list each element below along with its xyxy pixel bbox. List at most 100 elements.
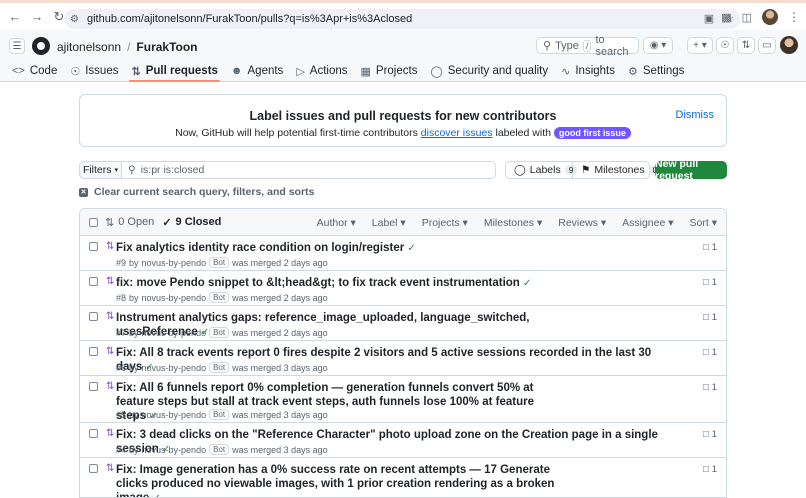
pr-author-link[interactable]: novus-by-pendo bbox=[142, 445, 207, 455]
tab-actions-label: Actions bbox=[309, 65, 348, 77]
pr-author-link[interactable]: novus-by-pendo bbox=[142, 328, 207, 338]
row-checkbox[interactable] bbox=[89, 242, 98, 251]
search-icon: ⚲ bbox=[128, 164, 136, 176]
comments-link[interactable]: □ 1 bbox=[703, 277, 717, 288]
clear-filters-button[interactable]: ✕ Clear current search query, filters, an… bbox=[79, 186, 314, 198]
tab-actions[interactable]: ▷ Actions bbox=[296, 62, 347, 80]
shield-icon: ◯ bbox=[430, 65, 443, 78]
pr-title-link[interactable]: Fix: Image generation has a 0% success r… bbox=[116, 463, 566, 497]
pr-author-link[interactable]: novus-by-pendo bbox=[142, 293, 207, 303]
tab-issues[interactable]: ☉ Issues bbox=[70, 62, 118, 80]
row-checkbox[interactable] bbox=[89, 277, 98, 286]
tab-settings[interactable]: ⚙ Settings bbox=[628, 62, 684, 80]
play-icon: ▷ bbox=[296, 65, 305, 78]
comments-link[interactable]: □ 1 bbox=[703, 382, 717, 393]
milestones-filter[interactable]: Milestones ▾ bbox=[484, 217, 542, 229]
issues-icon[interactable]: ☉ bbox=[716, 37, 734, 54]
copilot-button[interactable]: ◉ ▾ bbox=[643, 37, 673, 54]
select-all-checkbox[interactable] bbox=[89, 217, 98, 227]
comment-count: 1 bbox=[711, 464, 717, 475]
dismiss-button[interactable]: Dismiss bbox=[676, 109, 715, 121]
repo-link[interactable]: FurakToon bbox=[136, 40, 197, 54]
create-new-button[interactable]: + ▾ bbox=[687, 37, 713, 54]
back-icon[interactable]: ← bbox=[5, 7, 25, 27]
issue-icon: ☉ bbox=[70, 65, 81, 78]
comment-icon: □ bbox=[702, 429, 709, 440]
good-first-issue-label[interactable]: good first issue bbox=[553, 127, 631, 139]
comments-link[interactable]: □ 1 bbox=[703, 242, 717, 253]
row-checkbox[interactable] bbox=[89, 382, 98, 391]
hamburger-menu-icon[interactable]: ☰ bbox=[9, 38, 25, 54]
repo-tabs: <> Code ☉ Issues ⇅ Pull requests ☻ Agents ▷ A… bbox=[12, 62, 697, 82]
new-pull-request-button[interactable]: New pull request bbox=[655, 158, 727, 182]
pull-requests-icon[interactable]: ⇅ bbox=[737, 37, 755, 54]
sidebar-icon[interactable]: ◫ bbox=[742, 11, 752, 24]
assignee-filter[interactable]: Assignee ▾ bbox=[622, 217, 673, 229]
discover-issues-link[interactable]: discover issues bbox=[421, 127, 493, 139]
closed-count: 9 Closed bbox=[175, 216, 222, 228]
first-contributor-banner: Label issues and pull requests for new c… bbox=[79, 94, 727, 147]
global-search-input[interactable]: ⚲ Type / to search bbox=[536, 34, 639, 58]
extensions-icon[interactable]: ▩ bbox=[721, 11, 731, 24]
tab-projects[interactable]: ▦ Projects bbox=[361, 62, 418, 80]
comment-count: 1 bbox=[711, 382, 717, 393]
repositories-icon[interactable]: ▭ bbox=[758, 37, 776, 54]
pr-title-link[interactable]: Fix analytics identity race condition on… bbox=[116, 241, 576, 256]
pr-number: #6 bbox=[116, 362, 127, 373]
projects-filter[interactable]: Projects ▾ bbox=[422, 217, 468, 229]
agent-icon: ☻ bbox=[230, 65, 243, 77]
comments-link[interactable]: □ 1 bbox=[703, 429, 717, 440]
check-icon: ✓ bbox=[152, 493, 160, 497]
tab-pull-requests[interactable]: ⇅ Pull requests bbox=[129, 62, 221, 82]
label-filter[interactable]: Label ▾ bbox=[372, 217, 406, 229]
user-avatar[interactable] bbox=[780, 36, 798, 54]
comment-count: 1 bbox=[711, 347, 717, 358]
sort-dropdown[interactable]: Sort ▾ bbox=[690, 217, 717, 229]
browser-menu-icon[interactable]: ⋮ bbox=[788, 10, 800, 24]
address-bar[interactable]: ⚙ github.com/ajitonelsonn/FurakToon/pull… bbox=[64, 9, 740, 29]
forward-icon[interactable]: → bbox=[27, 7, 47, 27]
browser-toolbar: ← → ↻ ⚙ github.com/ajitonelsonn/FurakToo… bbox=[0, 0, 806, 30]
milestones-button[interactable]: ⚑Milestones0 bbox=[573, 162, 662, 178]
tab-settings-label: Settings bbox=[642, 65, 685, 77]
tab-insights[interactable]: ∿ Insights bbox=[561, 62, 615, 80]
banner-text: Now, GitHub will help potential first-ti… bbox=[80, 127, 726, 139]
bot-badge: Bot bbox=[209, 362, 230, 373]
labels-button[interactable]: ◯ Labels 9 bbox=[506, 162, 578, 178]
tab-security[interactable]: ◯ Security and quality bbox=[430, 62, 548, 80]
milestones-filter-label: Milestones bbox=[483, 217, 535, 229]
install-app-icon[interactable]: ▣ bbox=[704, 12, 714, 25]
github-logo-icon[interactable] bbox=[32, 37, 50, 55]
comments-link[interactable]: □ 1 bbox=[703, 464, 717, 475]
pr-title-link[interactable]: fix: move Pendo snippet to &lt;head&gt; … bbox=[116, 276, 576, 291]
row-checkbox[interactable] bbox=[89, 429, 98, 438]
search-icon: ⚲ bbox=[543, 40, 552, 52]
list-item: ⇅ Fix: All 8 track events report 0 fires… bbox=[80, 341, 726, 376]
pr-merged-time: was merged 2 days ago bbox=[232, 327, 328, 338]
pr-author-link[interactable]: novus-by-pendo bbox=[142, 258, 207, 268]
browser-profile-avatar[interactable] bbox=[762, 9, 778, 25]
closed-filter[interactable]: ✓ 9 Closed bbox=[162, 216, 221, 229]
tab-agents[interactable]: ☻ Agents bbox=[231, 62, 283, 80]
pr-author-link[interactable]: novus-by-pendo bbox=[142, 363, 207, 373]
author-filter[interactable]: Author ▾ bbox=[317, 217, 356, 229]
repo-header: ☰ ajitonelsonn / FurakToon ⚲ Type / to s… bbox=[0, 30, 806, 82]
search-shortcut-key: / bbox=[582, 39, 592, 52]
comments-link[interactable]: □ 1 bbox=[703, 347, 717, 358]
search-input[interactable]: ⚲ is:pr is:closed bbox=[122, 161, 496, 179]
merged-pr-icon: ⇅ bbox=[106, 276, 115, 287]
tab-code[interactable]: <> Code bbox=[12, 62, 57, 80]
chevron-down-icon: ▾ bbox=[114, 167, 119, 174]
comment-count: 1 bbox=[711, 242, 717, 253]
bot-badge: Bot bbox=[209, 444, 230, 455]
comments-link[interactable]: □ 1 bbox=[703, 312, 717, 323]
site-info-icon[interactable]: ⚙ bbox=[70, 14, 79, 25]
pr-author-link[interactable]: novus-by-pendo bbox=[142, 410, 207, 420]
row-checkbox[interactable] bbox=[89, 312, 98, 321]
owner-link[interactable]: ajitonelsonn bbox=[57, 40, 121, 54]
filters-button[interactable]: Filters ▾ bbox=[79, 161, 122, 179]
row-checkbox[interactable] bbox=[89, 347, 98, 356]
open-filter[interactable]: ⇅ 0 Open bbox=[105, 216, 154, 229]
row-checkbox[interactable] bbox=[89, 464, 98, 473]
reviews-filter[interactable]: Reviews ▾ bbox=[558, 217, 606, 229]
